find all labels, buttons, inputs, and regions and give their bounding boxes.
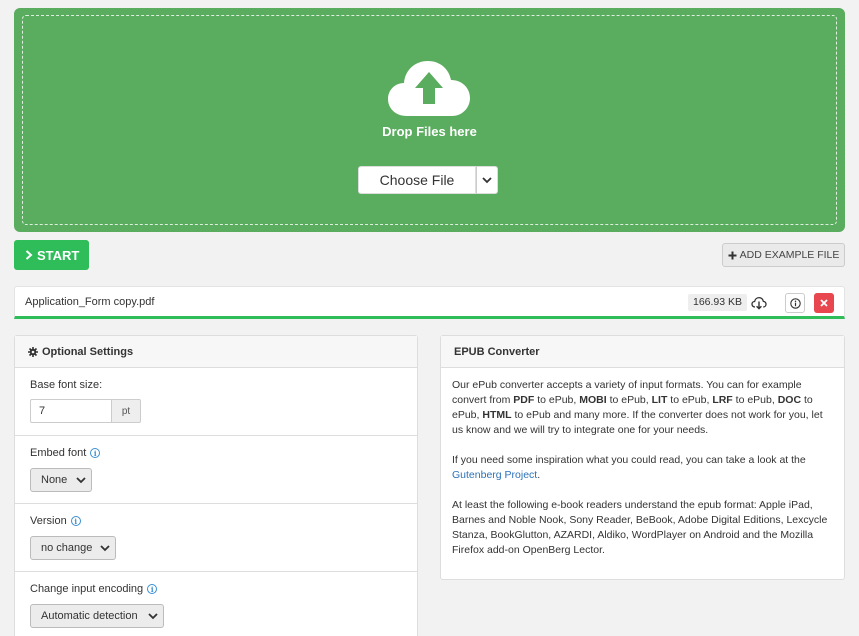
embed-font-label: Embed font i [30, 447, 101, 459]
version-value: no change [41, 542, 93, 554]
cloud-download-icon[interactable] [751, 295, 767, 311]
info-icon[interactable]: i [90, 448, 101, 458]
remove-file-button[interactable] [814, 293, 834, 313]
input-encoding-select[interactable]: Automatic detection [30, 604, 164, 628]
version-select[interactable]: no change [30, 536, 116, 560]
file-size-badge: 166.93 KB [688, 294, 748, 311]
file-row: Application_Form copy.pdf 166.93 KB [14, 286, 845, 319]
choose-file-group: Choose File [358, 166, 498, 194]
setting-input-encoding: Change input encoding i Automatic detecti… [15, 572, 417, 636]
base-font-size-unit: pt [111, 399, 141, 423]
info-icon [789, 297, 801, 309]
file-name: Application_Form copy.pdf [25, 296, 155, 308]
setting-base-font-size: Base font size: 7 pt [15, 368, 417, 436]
info-icon[interactable]: i [147, 584, 158, 594]
start-label: START [37, 247, 80, 263]
drop-files-text: Drop Files here [382, 124, 477, 139]
plus-icon [728, 251, 737, 259]
gutenberg-project-link[interactable]: Gutenberg Project [452, 469, 537, 481]
epub-description: Our ePub converter accepts a variety of … [441, 368, 844, 583]
epub-paragraph-readers: At least the following e-book readers un… [452, 499, 828, 556]
optional-settings-header: Optional Settings [15, 336, 417, 368]
choose-file-dropdown[interactable] [476, 166, 498, 194]
epub-converter-panel: EPUB Converter Our ePub converter accept… [440, 335, 845, 580]
optional-settings-title: Optional Settings [42, 345, 134, 358]
cloud-upload-icon [388, 61, 470, 116]
version-label: Version i [30, 515, 81, 527]
epub-converter-header: EPUB Converter [441, 336, 844, 368]
setting-embed-font: Embed font i None [15, 436, 417, 504]
epub-converter-title: EPUB Converter [454, 345, 540, 358]
info-icon[interactable]: i [70, 516, 81, 526]
epub-paragraph-formats: Our ePub converter accepts a variety of … [452, 379, 823, 436]
input-encoding-value: Automatic detection [41, 610, 138, 622]
chevron-down-icon [482, 176, 492, 183]
base-font-size-label: Base font size: [30, 379, 103, 391]
file-dropzone[interactable]: Drop Files here Choose File [14, 8, 845, 232]
add-example-file-label: ADD EXAMPLE FILE [739, 249, 840, 261]
embed-font-value: None [41, 474, 68, 486]
chevron-down-icon [76, 476, 86, 483]
epub-paragraph-inspiration: If you need some inspiration what you co… [452, 454, 806, 481]
chevron-down-icon [100, 544, 110, 551]
choose-file-button[interactable]: Choose File [358, 166, 476, 194]
gear-icon [28, 346, 38, 357]
embed-font-select[interactable]: None [30, 468, 92, 492]
chevron-down-icon [148, 612, 158, 619]
optional-settings-panel: Optional Settings Base font size: 7 pt E… [14, 335, 418, 636]
setting-version: Version i no change [15, 504, 417, 572]
start-button[interactable]: START [14, 240, 89, 270]
chevron-right-icon [25, 250, 33, 260]
file-info-button[interactable] [785, 293, 805, 313]
base-font-size-input[interactable]: 7 [30, 399, 112, 423]
close-icon [820, 299, 828, 307]
input-encoding-label: Change input encoding i [30, 583, 158, 595]
add-example-file-button[interactable]: ADD EXAMPLE FILE [722, 243, 845, 267]
